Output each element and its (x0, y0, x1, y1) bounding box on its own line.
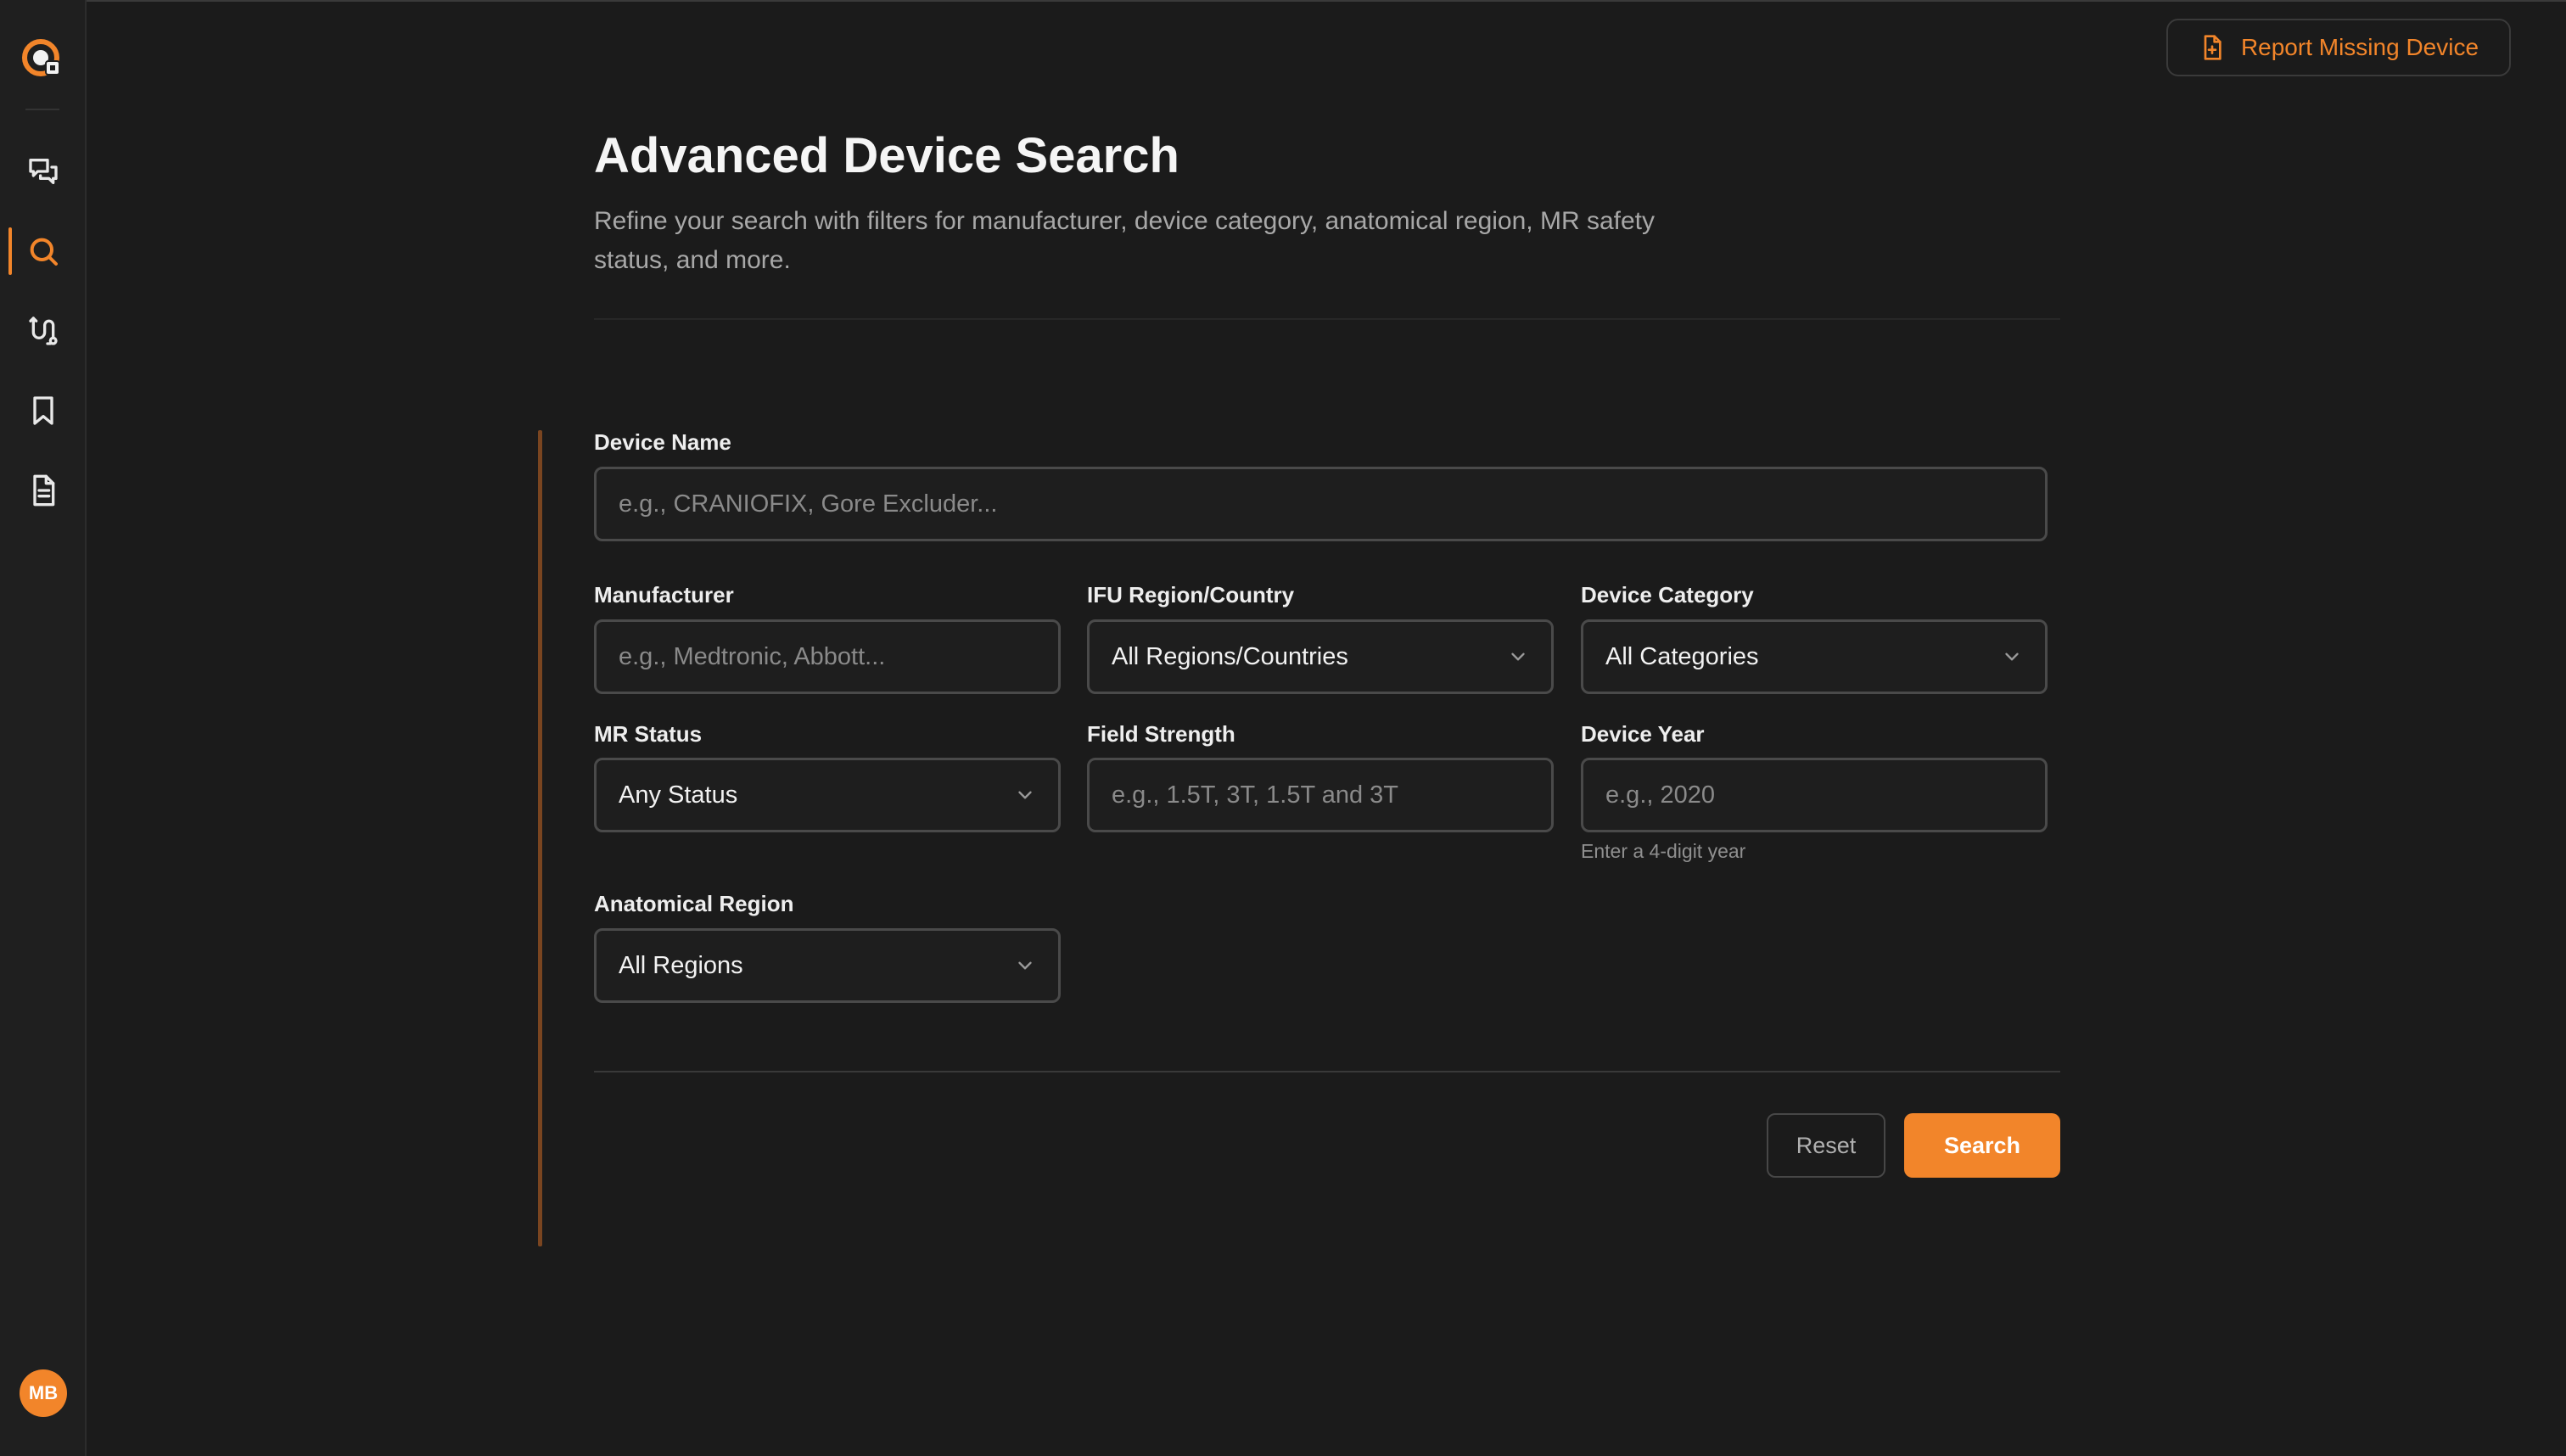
app-logo-icon[interactable] (20, 36, 64, 80)
route-icon (29, 316, 58, 345)
sidebar-item-chat[interactable] (0, 144, 87, 199)
bookmark-icon (33, 396, 53, 425)
device-category-label: Device Category (1581, 582, 1754, 608)
page-subtitle: Refine your search with filters for manu… (594, 207, 1655, 274)
anatomical-region-select[interactable]: All Regions (594, 928, 1061, 1003)
chevron-down-icon (1511, 652, 1525, 661)
mr-status-value: Any Status (619, 781, 738, 809)
device-category-value: All Categories (1605, 642, 1759, 670)
window-top-border (0, 0, 2566, 2)
sidebar-item-search[interactable] (0, 224, 87, 278)
manufacturer-label: Manufacturer (594, 582, 734, 608)
chevron-down-icon (1018, 791, 1032, 799)
header-divider (594, 318, 2060, 320)
user-avatar[interactable]: MB (20, 1369, 67, 1417)
device-year-input[interactable] (1581, 758, 2048, 832)
chevron-down-icon (1018, 961, 1032, 970)
device-category-select[interactable]: All Categories (1581, 619, 2048, 694)
form-accent-bar (538, 430, 542, 1246)
chat-icon (29, 159, 58, 184)
manufacturer-input[interactable] (594, 619, 1061, 694)
report-button-label: Report Missing Device (2240, 34, 2479, 60)
form-divider (594, 1071, 2060, 1072)
device-name-label: Device Name (594, 429, 731, 455)
ifu-region-label: IFU Region/Country (1087, 582, 1295, 608)
sidebar-divider (25, 109, 59, 110)
anatomical-region-value: All Regions (619, 951, 743, 979)
field-strength-input[interactable] (1087, 758, 1554, 832)
file-plus-icon (2204, 35, 2221, 60)
ifu-region-select[interactable]: All Regions/Countries (1087, 619, 1554, 694)
mr-status-select[interactable]: Any Status (594, 758, 1061, 832)
anatomical-region-label: Anatomical Region (594, 891, 794, 916)
mr-status-label: MR Status (594, 721, 703, 747)
sidebar-item-bookmarks[interactable] (0, 384, 87, 438)
device-name-input[interactable] (594, 467, 2048, 541)
sidebar-item-documents[interactable] (0, 463, 87, 518)
search-button[interactable]: Search (1904, 1113, 2060, 1178)
report-missing-device-button[interactable]: Report Missing Device (2166, 19, 2511, 76)
sidebar: MB (0, 0, 87, 1456)
sidebar-item-route[interactable] (0, 304, 87, 358)
reset-button[interactable]: Reset (1767, 1113, 1885, 1178)
search-icon (30, 238, 58, 266)
device-year-hint: Enter a 4-digit year (1581, 840, 1746, 862)
page-title: Advanced Device Search (594, 128, 1179, 183)
ifu-region-value: All Regions/Countries (1112, 642, 1348, 670)
document-icon (33, 474, 55, 507)
chevron-down-icon (2005, 652, 2019, 661)
device-year-label: Device Year (1581, 721, 1705, 747)
field-strength-label: Field Strength (1087, 721, 1235, 747)
